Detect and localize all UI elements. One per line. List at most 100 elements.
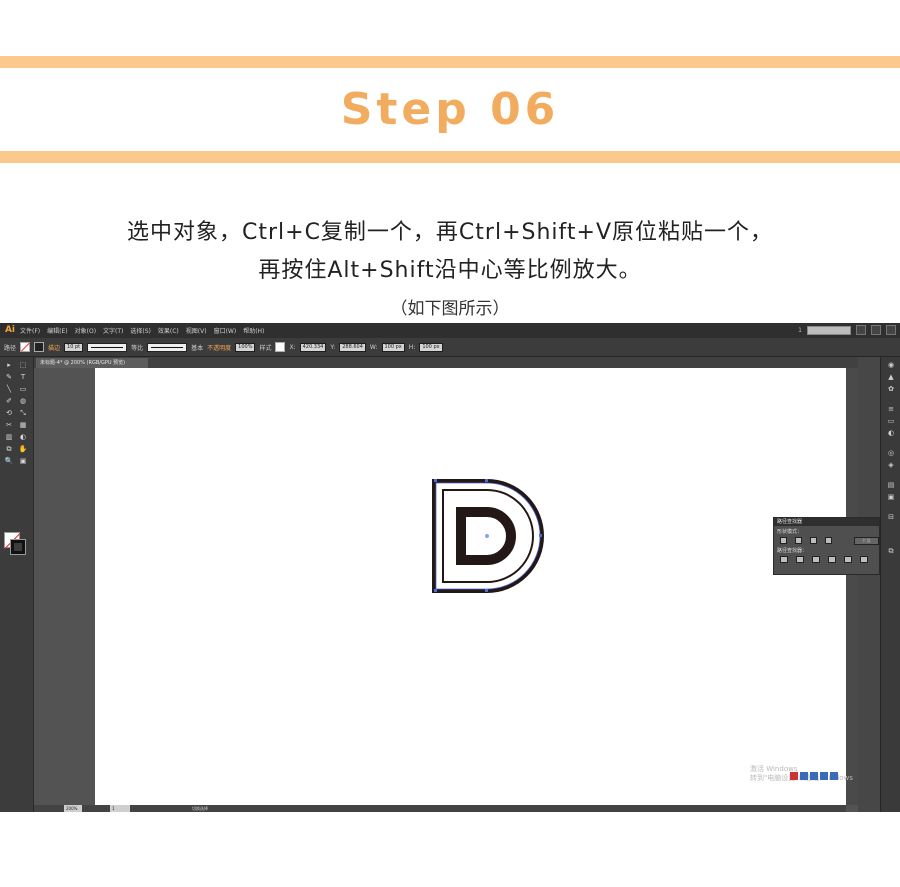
exclude-icon[interactable] <box>824 537 832 544</box>
caption: （如下图所示） <box>390 299 510 319</box>
gradient-tool-icon[interactable]: ◐ <box>18 433 28 442</box>
minus-front-icon[interactable] <box>794 537 802 544</box>
style-label: 样式 <box>259 344 272 352</box>
brush-icon[interactable]: ▲ <box>886 373 896 382</box>
search-input[interactable] <box>807 325 851 335</box>
anchor-point[interactable] <box>434 479 437 482</box>
x-field[interactable]: 420.334 <box>299 342 327 352</box>
scissors-tool-icon[interactable]: ✂ <box>4 421 14 430</box>
vertical-scrollbar[interactable] <box>846 368 858 805</box>
pathfinder-icon[interactable]: ⧉ <box>886 547 896 556</box>
pathfinder-panel-title[interactable]: 路径查找器 <box>774 518 879 526</box>
menu-view[interactable]: 视图(V) <box>186 326 207 335</box>
system-tray <box>790 772 838 780</box>
pen-tool-icon[interactable]: ✎ <box>4 373 14 382</box>
tray-icon[interactable] <box>810 772 818 780</box>
style-swatch[interactable] <box>275 342 286 352</box>
scale-tool-icon[interactable]: ⤡ <box>18 409 28 418</box>
graph-tool-icon[interactable]: ▥ <box>4 433 14 442</box>
layers-icon[interactable]: ▤ <box>886 481 896 490</box>
menu-type[interactable]: 文字(T) <box>103 326 123 335</box>
menu-window[interactable]: 窗口(W) <box>214 326 237 335</box>
anchor-point[interactable] <box>539 534 542 537</box>
menu-object[interactable]: 对象(O) <box>75 326 96 335</box>
opacity-label[interactable]: 不透明度 <box>207 343 231 352</box>
blob-brush-tool-icon[interactable]: ◍ <box>18 397 28 406</box>
menu-file[interactable]: 文件(F) <box>20 326 40 335</box>
document-tab[interactable]: 未标题-4* @ 200% (RGB/GPU 预览) <box>36 358 148 368</box>
stroke-icon[interactable]: ≡ <box>886 405 896 414</box>
selection-tool-icon[interactable]: ▸ <box>4 361 14 370</box>
w-label: W: <box>369 343 378 351</box>
minimize-button[interactable] <box>856 325 866 335</box>
close-button[interactable] <box>886 325 896 335</box>
ai-logo: Ai <box>4 325 16 335</box>
menu-bar: Ai 文件(F) 编辑(E) 对象(O) 文字(T) 选择(S) 效果(C) 视… <box>0 323 900 338</box>
illustrator-screenshot: Ai 文件(F) 编辑(E) 对象(O) 文字(T) 选择(S) 效果(C) 视… <box>0 323 900 812</box>
page-field[interactable]: 1 <box>110 805 130 812</box>
center-point <box>485 534 489 538</box>
unite-icon[interactable] <box>780 537 787 544</box>
merge-icon[interactable] <box>812 556 820 563</box>
tray-icon[interactable] <box>800 772 808 780</box>
fill-swatch[interactable] <box>20 342 31 352</box>
symbol-icon[interactable]: ✿ <box>886 385 896 394</box>
intersect-icon[interactable] <box>809 537 817 544</box>
y-field[interactable]: 288.604 <box>339 342 366 352</box>
stroke-weight-field[interactable]: 10 pt <box>64 342 84 352</box>
direct-selection-tool-icon[interactable]: ⬚ <box>18 361 28 370</box>
y-label: Y: <box>330 343 336 351</box>
outline-icon[interactable] <box>844 556 852 563</box>
control-bar: 路径 描边 10 pt 等比 基本 不透明度 100% 样式 X: 420.33… <box>0 338 900 357</box>
ime-icon[interactable] <box>790 772 798 780</box>
stroke-swatch[interactable] <box>34 342 45 352</box>
artwork-svg <box>432 479 544 593</box>
bottom-accent-band <box>0 151 900 163</box>
tray-icon[interactable] <box>820 772 828 780</box>
opacity-field[interactable]: 100% <box>235 342 256 352</box>
menu-help[interactable]: 帮助(H) <box>243 326 264 335</box>
divide-icon[interactable] <box>780 556 788 563</box>
maximize-button[interactable] <box>871 325 881 335</box>
line-tool-icon[interactable]: ╲ <box>4 385 14 394</box>
artboard-icon[interactable]: ▣ <box>886 493 896 502</box>
mode-label: 路径 <box>4 344 17 352</box>
stroke-color-swatch[interactable] <box>10 539 26 555</box>
artboard-canvas[interactable] <box>95 368 846 805</box>
rectangle-tool-icon[interactable]: ▭ <box>18 385 28 394</box>
mesh-tool-icon[interactable]: ▦ <box>18 421 28 430</box>
color-palette-icon[interactable]: ◉ <box>886 361 896 370</box>
transparency-icon[interactable]: ◐ <box>886 429 896 438</box>
artboard-tool-icon[interactable]: ⧉ <box>4 445 14 454</box>
anchor-point[interactable] <box>485 589 488 592</box>
appearance-icon[interactable]: ◎ <box>886 449 896 458</box>
description-line-2: 再按住Alt+Shift沿中心等比例放大。 <box>258 258 642 283</box>
workspace-number[interactable]: 1 <box>798 327 802 334</box>
anchor-point[interactable] <box>434 589 437 592</box>
menu-select[interactable]: 选择(S) <box>130 326 151 335</box>
tray-icon[interactable] <box>830 772 838 780</box>
zoom-field[interactable]: 200% <box>64 805 82 812</box>
brush-select[interactable] <box>147 342 188 352</box>
type-tool-icon[interactable]: T <box>18 373 28 382</box>
expand-button[interactable]: 扩展 <box>853 537 880 545</box>
status-mode-text[interactable]: 切换选择 <box>192 805 208 812</box>
align-icon[interactable]: ⊟ <box>886 513 896 522</box>
graphic-style-icon[interactable]: ◈ <box>886 461 896 470</box>
menu-edit[interactable]: 编辑(E) <box>47 326 67 335</box>
rotate-tool-icon[interactable]: ⟲ <box>4 409 14 418</box>
stroke-label[interactable]: 描边 <box>48 343 60 352</box>
pencil-tool-icon[interactable]: ✐ <box>4 397 14 406</box>
w-field[interactable]: 100 px <box>381 342 405 352</box>
trim-icon[interactable] <box>796 556 804 563</box>
hand-tool-icon[interactable]: ✋ <box>18 445 28 454</box>
zoom-tool-icon[interactable]: 🔍 <box>4 457 14 466</box>
stroke-profile-select[interactable] <box>87 342 128 352</box>
menu-effect[interactable]: 效果(C) <box>158 326 179 335</box>
h-field[interactable]: 100 px <box>419 342 443 352</box>
anchor-point[interactable] <box>485 479 488 482</box>
gradient-icon[interactable]: ▭ <box>886 417 896 426</box>
crop-icon[interactable] <box>828 556 836 563</box>
screen-mode-icon[interactable]: ▣ <box>18 457 28 466</box>
minus-back-icon[interactable] <box>860 556 868 563</box>
